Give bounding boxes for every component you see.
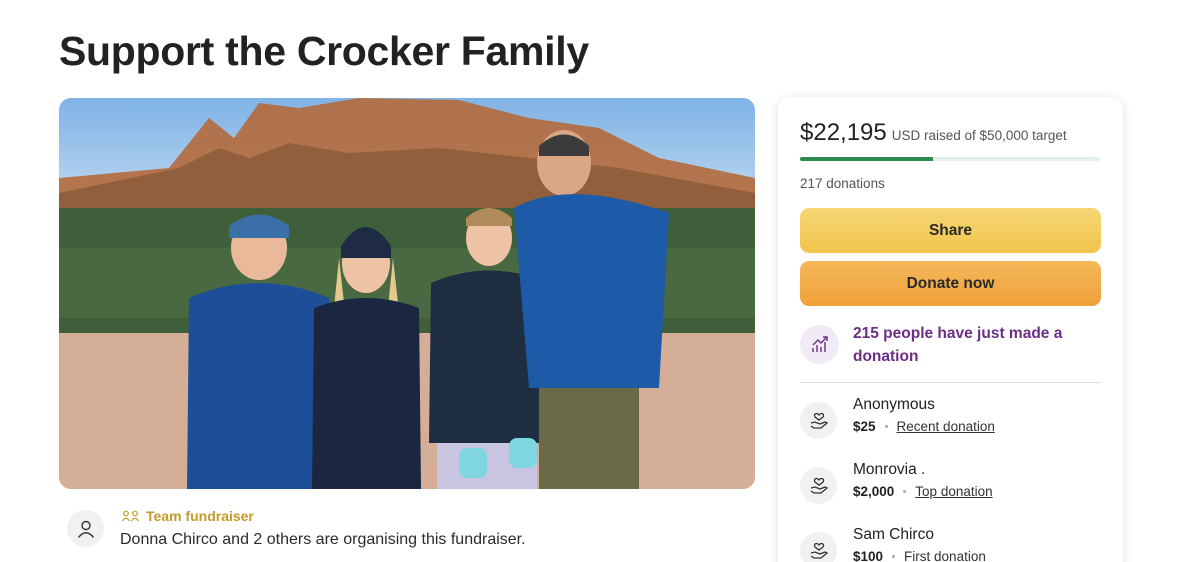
top-donation-link[interactable]: Top donation: [915, 484, 992, 499]
donor-name: Monrovia .: [853, 461, 926, 478]
campaign-photo[interactable]: [59, 98, 755, 489]
recent-donation-link[interactable]: Recent donation: [897, 419, 995, 434]
raised-target-text: USD raised of $50,000 target: [891, 128, 1067, 143]
donation-hand-heart-icon: [800, 402, 837, 439]
first-donation-link[interactable]: First donation: [904, 549, 986, 562]
progress-bar-fill: [800, 157, 934, 161]
trending-icon-wrap: [800, 325, 839, 364]
progress-bar: [800, 157, 1100, 161]
team-icon: [122, 510, 139, 522]
user-icon: [77, 520, 94, 538]
organiser-avatar[interactable]: [67, 510, 104, 547]
donor-meta: $25 Recent donation: [853, 419, 995, 434]
donations-count: 217 donations: [800, 176, 885, 191]
donate-now-button[interactable]: Donate now: [800, 261, 1101, 306]
share-button[interactable]: Share: [800, 208, 1101, 253]
trending-message: 215 people have just made a donation: [853, 325, 1063, 365]
trending-up-icon: [811, 335, 828, 352]
raised-amount: $22,195: [800, 119, 887, 146]
organiser-description: Donna Chirco and 2 others are organising…: [120, 531, 526, 548]
amount-raised: $22,195 USD raised of $50,000 target: [800, 119, 1067, 147]
donor-amount: $2,000: [853, 484, 895, 499]
donation-hand-heart-icon: [800, 467, 837, 504]
donor-meta: $100 First donation: [853, 549, 986, 562]
divider: [800, 382, 1101, 383]
team-fundraiser-label: Team fundraiser: [146, 508, 254, 524]
donation-card: $22,195 USD raised of $50,000 target 217…: [778, 97, 1123, 562]
page-title: Support the Crocker Family: [59, 28, 589, 74]
donor-name: Sam Chirco: [853, 526, 934, 543]
team-fundraiser-badge: Team fundraiser: [122, 508, 254, 524]
donor-amount: $25: [853, 419, 876, 434]
donor-meta: $2,000 Top donation: [853, 484, 993, 499]
separator-dot: [903, 490, 907, 493]
donor-name: Anonymous: [853, 396, 935, 413]
separator-dot: [884, 425, 888, 428]
donation-hand-heart-icon: [800, 532, 837, 562]
separator-dot: [892, 555, 896, 558]
family-photo-illustration: [59, 98, 755, 489]
donor-amount: $100: [853, 549, 884, 562]
